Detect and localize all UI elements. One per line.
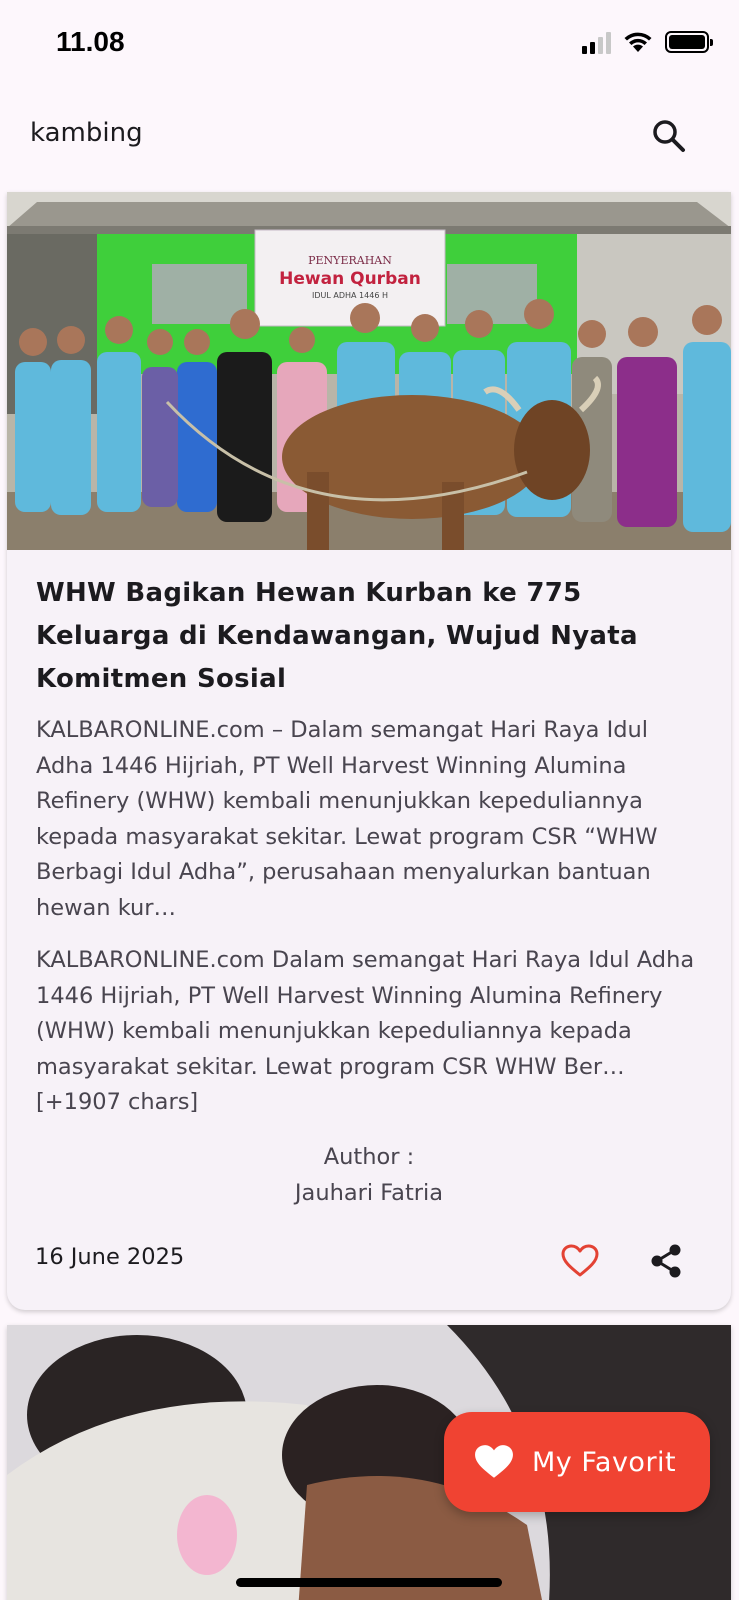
author-name: Jauhari Fatria [294,1179,444,1206]
search-query-text[interactable]: kambing [30,118,143,148]
share-icon [651,1244,681,1278]
article-image[interactable]: PENYERAHAN Hewan Qurban IDUL ADHA 1446 H [7,192,731,550]
article-description: KALBARONLINE.com – Dalam semangat Hari R… [36,717,658,921]
status-icons [582,30,713,54]
search-header: kambing [0,100,739,172]
fab-label: My Favorit [532,1446,677,1478]
status-time: 11.08 [56,26,125,57]
banner-line-2: Hewan Qurban [279,269,421,289]
my-favorit-fab[interactable]: My Favorit [444,1412,710,1512]
search-button[interactable] [647,114,691,158]
banner-line-3: IDUL ADHA 1446 H [312,291,388,300]
article-photo: PENYERAHAN Hewan Qurban IDUL ADHA 1446 H [7,192,731,550]
share-button[interactable] [643,1238,689,1284]
banner-line-1: PENYERAHAN [308,254,392,267]
heart-filled-icon [475,1445,513,1478]
article-card[interactable]: PENYERAHAN Hewan Qurban IDUL ADHA 1446 H [7,192,731,1310]
article-content: KALBARONLINE.com Dalam semangat Hari Ray… [36,947,695,1115]
status-bar: 11.08 [0,0,739,90]
home-indicator[interactable] [236,1578,502,1587]
cellular-signal-icon [582,30,611,54]
article-date: 16 June 2025 [35,1244,185,1270]
favorite-button[interactable] [557,1238,603,1284]
author-label: Author : [323,1143,415,1170]
battery-icon [665,31,713,53]
author-block: Author : Jauhari Fatria [36,1139,702,1211]
search-icon [653,120,685,152]
heart-outline-icon [561,1244,599,1277]
article-body: WHW Bagikan Hewan Kurban ke 775 Keluarga… [7,550,731,1211]
wifi-icon [624,32,652,52]
article-footer: 16 June 2025 [7,1220,731,1310]
article-title[interactable]: WHW Bagikan Hewan Kurban ke 775 Keluarga… [36,572,702,701]
